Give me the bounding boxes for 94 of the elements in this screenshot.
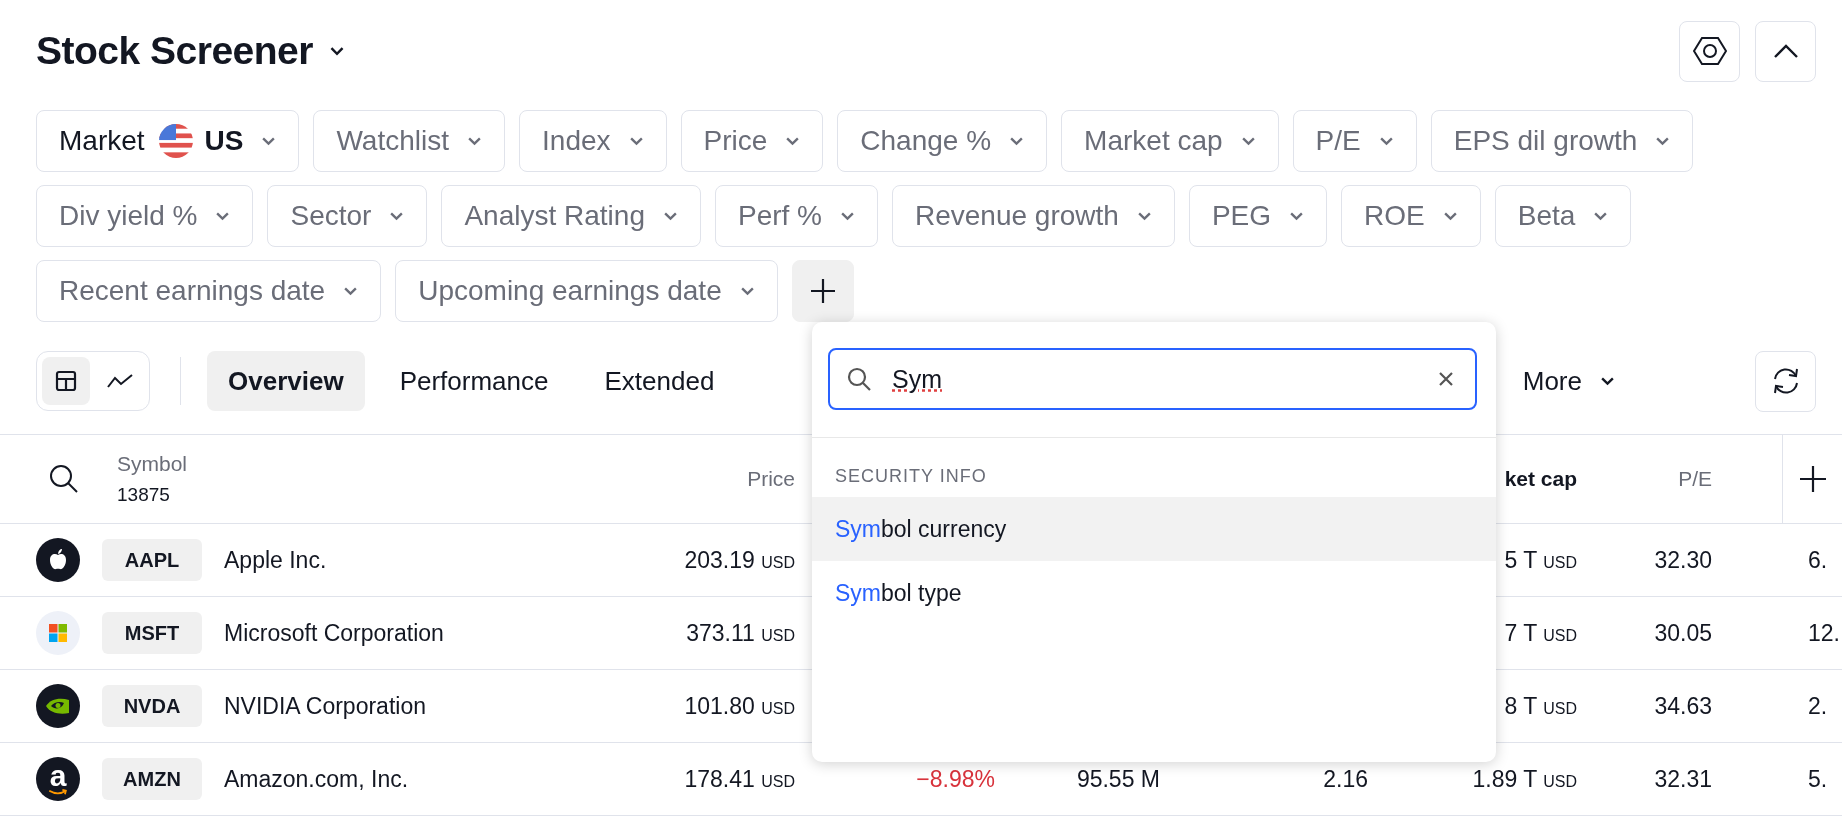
caret-icon xyxy=(785,136,801,146)
column-header[interactable]: P/E xyxy=(1678,467,1712,490)
change-value: −8.98% xyxy=(916,765,995,792)
company-name: Microsoft Corporation xyxy=(224,619,444,647)
caret-icon xyxy=(1593,211,1609,221)
caret-icon xyxy=(739,286,755,296)
caret-icon xyxy=(261,136,277,146)
caret-icon[interactable] xyxy=(329,46,345,56)
settings-button[interactable] xyxy=(1679,20,1740,82)
market-cap-value: 8 T USD xyxy=(1504,692,1577,719)
ticker-symbol[interactable]: MSFT xyxy=(102,612,202,654)
menu-item[interactable]: Symbol currency xyxy=(812,497,1496,561)
table-value: 6. xyxy=(1808,546,1828,573)
table-value: 2.16 xyxy=(1323,765,1368,792)
filter-dropdown[interactable]: EPS dil growth xyxy=(1430,110,1694,172)
filter-dropdown[interactable]: Change % xyxy=(837,110,1048,172)
add-filter-button[interactable] xyxy=(791,260,854,322)
filter-dropdown[interactable]: Upcoming earnings date xyxy=(395,260,778,322)
page-title[interactable]: Stock Screener xyxy=(36,29,313,73)
settings-icon xyxy=(1692,34,1727,68)
filter-dropdown[interactable]: Sector xyxy=(267,185,428,247)
caret-icon xyxy=(389,211,405,221)
table-value: 2. xyxy=(1808,692,1828,719)
filter-dropdown[interactable]: Market US xyxy=(36,110,300,172)
caret-icon xyxy=(1378,136,1394,146)
caret-icon xyxy=(1442,211,1458,221)
filter-dropdown[interactable]: Price xyxy=(680,110,824,172)
table-value: 5. xyxy=(1808,765,1828,792)
company-name: NVIDIA Corporation xyxy=(224,692,426,720)
table-value: 12. xyxy=(1808,619,1840,646)
filter-dropdown[interactable]: PEG xyxy=(1188,185,1328,247)
table-icon xyxy=(55,370,77,392)
filter-dropdown[interactable]: Index xyxy=(519,110,667,172)
table-view-button[interactable] xyxy=(42,357,90,405)
filter-dropdown[interactable]: Recent earnings date xyxy=(36,260,382,322)
letter-logo-icon: a xyxy=(36,757,80,801)
caret-icon xyxy=(628,136,644,146)
filter-dropdown[interactable]: Revenue growth xyxy=(892,185,1175,247)
ticker-symbol[interactable]: AAPL xyxy=(102,539,202,581)
add-column-icon[interactable] xyxy=(1798,465,1827,493)
caret-icon xyxy=(1136,211,1152,221)
price-value: 373.11 USD xyxy=(686,619,795,646)
price-value: 178.41 USD xyxy=(684,765,795,792)
column-header[interactable]: Symbol xyxy=(117,452,188,476)
ticker-symbol[interactable]: AMZN xyxy=(102,758,202,800)
filter-dropdown[interactable]: Beta xyxy=(1494,185,1632,247)
flag-icon xyxy=(158,124,193,158)
filter-dropdown[interactable]: P/E xyxy=(1292,110,1417,172)
market-cap-value: 1.89 T USD xyxy=(1472,765,1577,792)
section-heading: SECURITY INFO xyxy=(835,466,988,487)
pe-value: 32.31 xyxy=(1654,765,1712,792)
company-name: Amazon.com, Inc. xyxy=(224,765,409,793)
column-header[interactable]: Price xyxy=(747,467,795,490)
caret-icon xyxy=(662,211,678,221)
filter-dropdown[interactable]: Analyst Rating xyxy=(441,185,701,247)
refresh-button[interactable] xyxy=(1755,350,1816,412)
filter-dropdown[interactable]: Market cap xyxy=(1061,110,1279,172)
caret-icon xyxy=(1600,376,1615,386)
result-count: 13875 xyxy=(117,484,171,506)
caret-icon xyxy=(1655,136,1671,146)
caret-icon xyxy=(1009,136,1025,146)
menu-item[interactable]: Symbol type xyxy=(812,561,1496,625)
caret-icon xyxy=(215,211,231,221)
caret-icon xyxy=(1289,211,1305,221)
filter-dropdown[interactable]: ROE xyxy=(1341,185,1481,247)
pe-value: 32.30 xyxy=(1654,546,1712,573)
filter-dropdown[interactable]: Div yield % xyxy=(36,185,254,247)
ticker-symbol[interactable]: NVDA xyxy=(102,685,202,727)
more-dropdown[interactable]: More xyxy=(1512,365,1625,397)
tab[interactable]: Performance xyxy=(378,351,570,411)
company-name: Apple Inc. xyxy=(224,546,327,574)
caret-icon xyxy=(1240,136,1256,146)
pe-value: 34.63 xyxy=(1654,692,1712,719)
search-field[interactable]: Sym xyxy=(828,348,1477,410)
caret-icon xyxy=(840,211,855,221)
plus-icon xyxy=(808,277,837,305)
search-icon[interactable] xyxy=(49,464,79,494)
caret-icon xyxy=(467,136,483,146)
search-icon xyxy=(846,366,872,392)
clear-icon[interactable] xyxy=(1437,370,1455,388)
filter-dropdown[interactable]: Perf % xyxy=(714,185,878,247)
filter-dropdown[interactable]: Watchlist xyxy=(313,110,506,172)
line-chart-icon xyxy=(107,373,133,389)
market-cap-value: 5 T USD xyxy=(1504,546,1577,573)
chevron-up-icon xyxy=(1772,43,1799,59)
column-header[interactable]: ket cap xyxy=(1504,467,1577,490)
pe-value: 30.05 xyxy=(1654,619,1712,646)
volume-value: 95.55 M xyxy=(1076,765,1160,792)
caret-icon xyxy=(343,286,359,296)
price-value: 101.80 USD xyxy=(684,692,795,719)
tab[interactable]: Extended xyxy=(583,351,736,411)
market-cap-value: 7 T USD xyxy=(1504,619,1577,646)
tab[interactable]: Overview xyxy=(207,351,365,411)
price-value: 203.19 USD xyxy=(684,546,795,573)
